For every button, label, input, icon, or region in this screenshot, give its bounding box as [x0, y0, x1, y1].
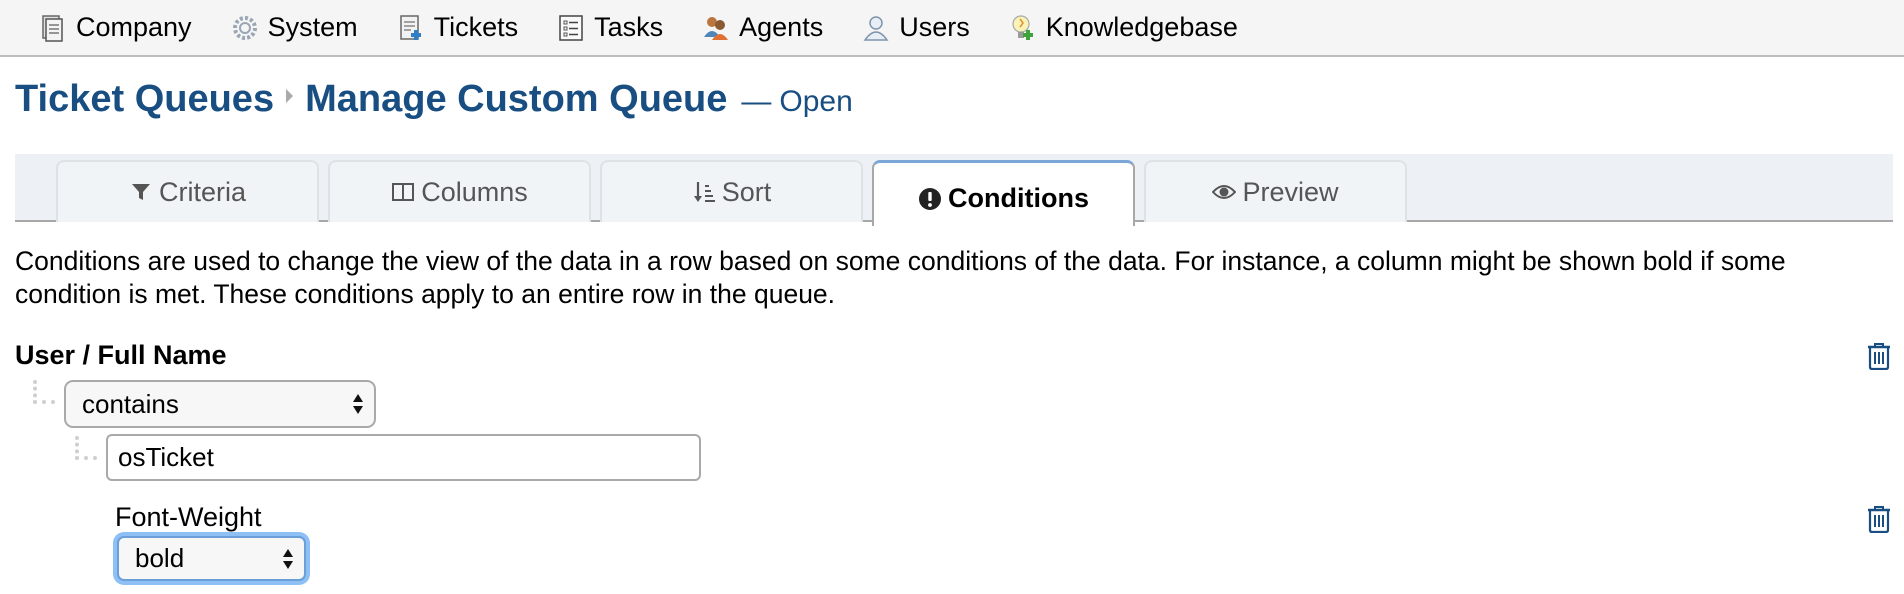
eye-icon	[1212, 185, 1237, 199]
condition-field-label: User / Full Name	[15, 340, 227, 370]
operator-select-value: contains	[82, 388, 179, 419]
font-weight-label: Font-Weight	[115, 502, 262, 532]
nav-system-label: System	[267, 12, 358, 42]
nav-system[interactable]: System	[230, 12, 358, 43]
tree-connector	[75, 436, 97, 460]
agents-icon	[704, 16, 729, 40]
condition-value-input[interactable]: osTicket	[106, 434, 701, 481]
tab-columns[interactable]: Columns	[328, 160, 591, 222]
task-list-icon	[559, 14, 583, 41]
tab-sort[interactable]: Sort	[600, 160, 863, 222]
sort-icon	[693, 182, 715, 202]
company-document-icon	[42, 14, 63, 42]
condition-value-text: osTicket	[118, 442, 214, 472]
conditions-description: Conditions are used to change the view o…	[15, 246, 1786, 309]
exclamation-circle-icon	[919, 187, 941, 210]
queue-status: Open	[779, 85, 853, 118]
nav-knowledgebase[interactable]: Knowledgebase	[1008, 12, 1238, 43]
tab-conditions-label: Conditions	[948, 183, 1089, 213]
select-arrows-icon	[283, 548, 293, 569]
breadcrumb-ticket-queues[interactable]: Ticket Queues	[15, 78, 274, 121]
tab-sort-label: Sort	[721, 176, 772, 207]
tab-columns-label: Columns	[421, 176, 528, 207]
breadcrumb-separator-icon	[286, 89, 294, 103]
breadcrumb-current: Manage Custom Queue	[305, 78, 728, 120]
nav-knowledgebase-label: Knowledgebase	[1045, 12, 1238, 42]
title-dash: —	[741, 85, 772, 118]
tab-preview-label: Preview	[1242, 176, 1339, 207]
page-title: Ticket Queues Manage Custom Queue — Open	[15, 78, 853, 121]
nav-users-label: Users	[899, 12, 970, 42]
delete-property-trash-icon[interactable]	[1866, 505, 1892, 533]
nav-tasks-label: Tasks	[594, 12, 664, 42]
tab-conditions[interactable]: Conditions	[872, 160, 1135, 226]
font-weight-select-value: bold	[135, 543, 185, 573]
user-icon	[863, 15, 889, 41]
ticket-icon	[399, 14, 421, 40]
nav-company-label: Company	[76, 12, 192, 42]
tab-criteria[interactable]: Criteria	[56, 160, 319, 222]
nav-company[interactable]: Company	[38, 12, 192, 43]
tree-connector	[33, 380, 55, 404]
tab-bar: Criteria Columns Sort Conditions Preview	[15, 154, 1893, 226]
filter-icon	[131, 184, 150, 200]
nav-tickets[interactable]: Tickets	[396, 12, 519, 43]
nav-agents-label: Agents	[739, 12, 824, 42]
nav-tasks[interactable]: Tasks	[556, 12, 663, 43]
gear-icon	[232, 15, 257, 40]
lightbulb-icon	[1012, 14, 1033, 40]
operator-select[interactable]: contains	[64, 380, 376, 428]
select-arrows-icon	[353, 394, 363, 414]
nav-tickets-label: Tickets	[433, 12, 519, 42]
columns-icon	[392, 183, 415, 201]
top-navigation: Company System Tickets Tasks Agents User…	[0, 0, 1904, 57]
font-weight-select[interactable]: bold	[117, 536, 306, 581]
nav-agents[interactable]: Agents	[701, 12, 823, 43]
delete-condition-trash-icon[interactable]	[1866, 342, 1892, 370]
tab-criteria-label: Criteria	[158, 176, 246, 207]
tab-preview[interactable]: Preview	[1144, 160, 1407, 222]
nav-users[interactable]: Users	[861, 12, 970, 43]
